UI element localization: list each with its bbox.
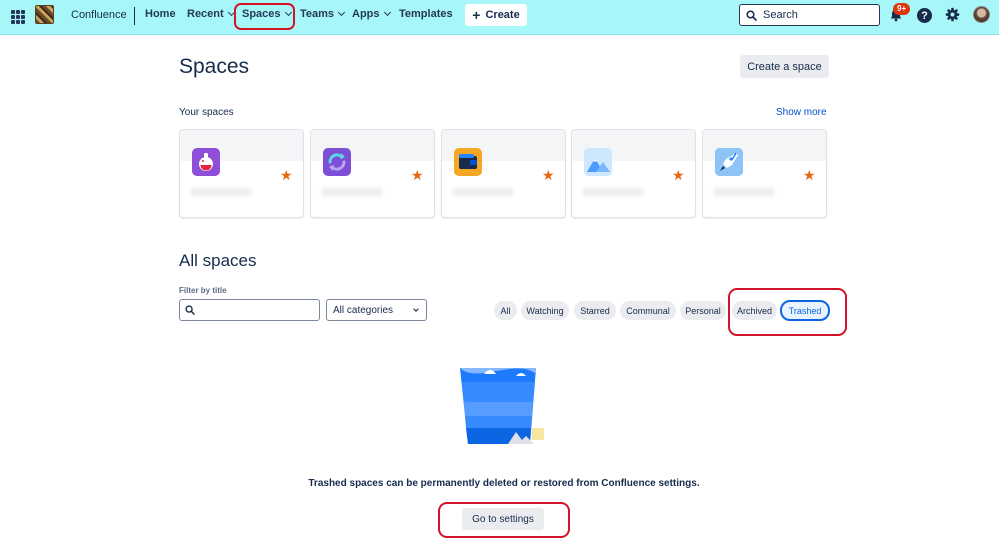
plus-icon: + — [472, 7, 481, 23]
filter-pill-watching[interactable]: Watching — [521, 301, 569, 320]
go-to-settings-highlight-annotation — [438, 502, 570, 538]
filter-input[interactable] — [200, 304, 310, 316]
gear-icon[interactable] — [945, 7, 960, 22]
space-name-redacted — [713, 188, 775, 196]
space-name-redacted — [190, 188, 252, 196]
category-select[interactable]: All categories — [326, 299, 427, 321]
archived-trashed-highlight-annotation — [728, 288, 847, 336]
search-icon — [746, 9, 757, 21]
filter-pill-starred[interactable]: Starred — [574, 301, 616, 320]
notification-badge: 9+ — [893, 3, 911, 15]
space-name-redacted — [321, 188, 383, 196]
nav-item-teams[interactable]: Teams — [300, 8, 346, 20]
rocket-icon — [715, 148, 743, 176]
help-icon[interactable]: ? — [917, 8, 932, 23]
space-card[interactable]: ★ — [571, 129, 696, 218]
star-icon[interactable]: ★ — [280, 168, 293, 182]
trash-bin-illustration — [460, 368, 544, 444]
star-icon[interactable]: ★ — [411, 168, 424, 182]
potion-icon — [192, 148, 220, 176]
space-card[interactable]: ★ — [702, 129, 827, 218]
space-name-redacted — [582, 188, 644, 196]
nav-item-templates[interactable]: Templates — [399, 8, 453, 20]
star-icon[interactable]: ★ — [803, 168, 816, 182]
nav-divider — [134, 7, 135, 25]
chevron-down-icon — [338, 8, 346, 17]
nav-item-label: Apps — [352, 8, 380, 20]
space-card[interactable]: ★ — [179, 129, 304, 218]
chevron-down-icon — [413, 305, 419, 312]
nav-item-apps[interactable]: Apps — [352, 8, 391, 20]
nav-item-label: Recent — [187, 8, 224, 20]
show-more-link[interactable]: Show more — [776, 107, 827, 118]
search-icon — [185, 305, 195, 315]
nav-item-home[interactable]: Home — [145, 8, 176, 20]
chevron-down-icon — [383, 8, 391, 17]
nav-item-label: Templates — [399, 8, 453, 20]
space-card[interactable]: ★ — [441, 129, 566, 218]
search-input[interactable] — [763, 9, 873, 21]
page-title: Spaces — [179, 55, 250, 78]
create-space-button[interactable]: Create a space — [740, 55, 829, 78]
filter-pill-communal[interactable]: Communal — [620, 301, 676, 320]
nav-item-label: Teams — [300, 8, 335, 20]
category-select-value: All categories — [333, 304, 394, 316]
star-icon[interactable]: ★ — [542, 168, 555, 182]
refresh-icon — [323, 148, 351, 176]
avatar[interactable] — [973, 6, 990, 23]
space-card[interactable]: ★ — [310, 129, 435, 218]
search-box[interactable] — [739, 4, 880, 26]
filter-label: Filter by title — [179, 286, 227, 295]
app-switcher-icon[interactable] — [11, 10, 25, 24]
filter-pill-all[interactable]: All — [494, 301, 517, 320]
spaces-highlight-annotation — [234, 3, 295, 30]
all-spaces-heading: All spaces — [179, 251, 257, 270]
your-spaces-heading: Your spaces — [179, 107, 234, 118]
empty-state-message: Trashed spaces can be permanently delete… — [308, 478, 700, 489]
nav-item-recent[interactable]: Recent — [187, 8, 235, 20]
site-logo[interactable] — [35, 5, 54, 24]
space-name-redacted — [452, 188, 514, 196]
top-navigation: Confluence Home Recent Spaces Teams Apps… — [0, 0, 999, 35]
create-button[interactable]: + Create — [465, 4, 527, 26]
filter-by-title-field[interactable] — [179, 299, 320, 321]
product-name[interactable]: Confluence — [71, 9, 127, 21]
nav-item-label: Home — [145, 8, 176, 20]
star-icon[interactable]: ★ — [672, 168, 685, 182]
wallet-icon — [454, 148, 482, 176]
create-button-label: Create — [485, 9, 520, 21]
filter-pill-personal[interactable]: Personal — [680, 301, 726, 320]
mountain-icon — [584, 148, 612, 176]
